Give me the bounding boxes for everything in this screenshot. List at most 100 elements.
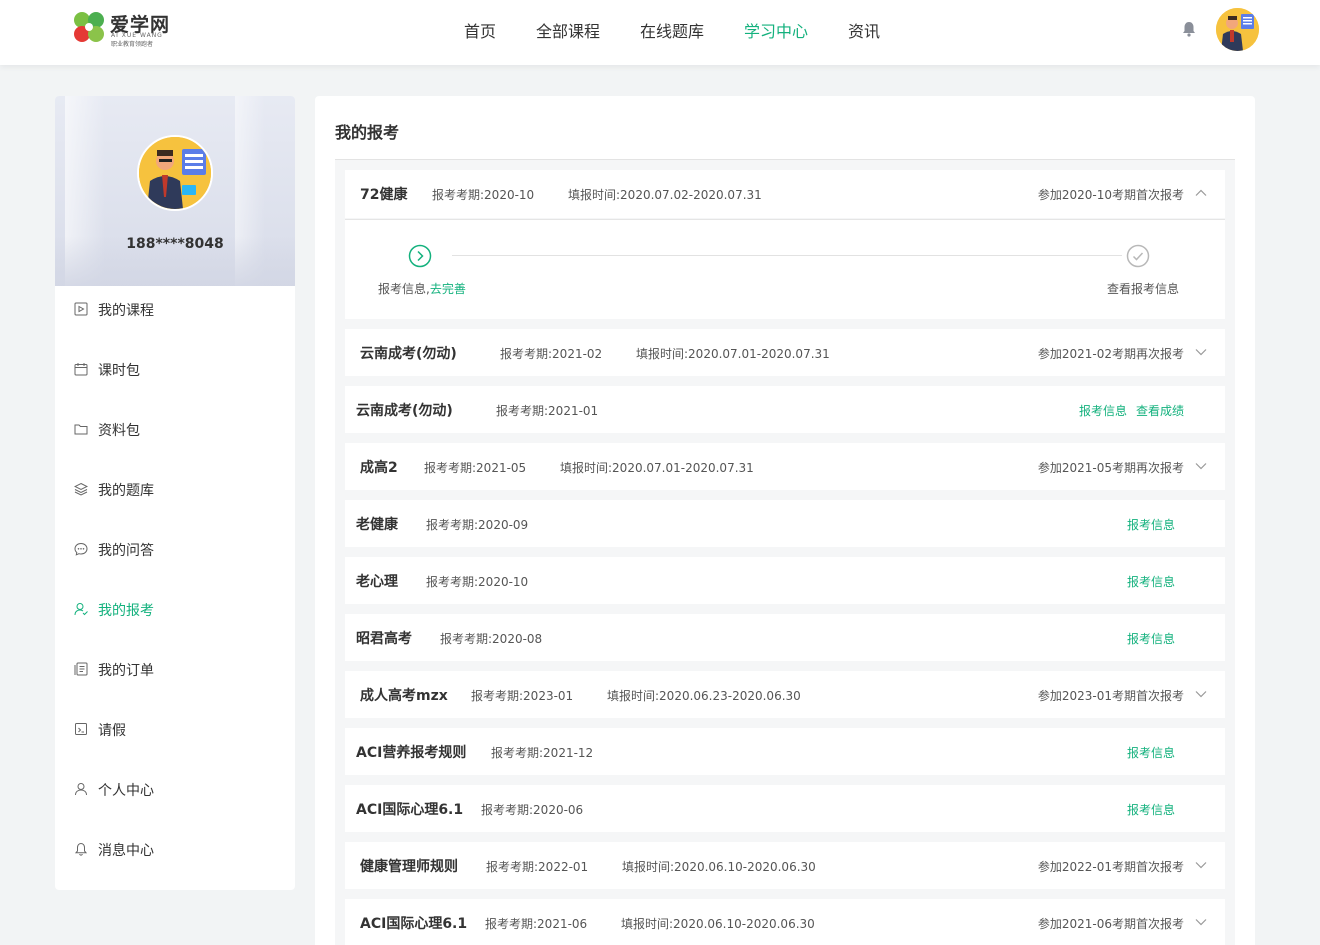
nav-all-courses[interactable]: 全部课程 [536, 18, 600, 42]
registration-steps: 报考信息,去完善 查看报考信息 [345, 219, 1225, 319]
registration-card[interactable]: 云南成考(勿动) 报考考期:2021-01 报考信息 查看成绩 [345, 386, 1225, 433]
registration-status: 参加2023-01考期首次报考 [1037, 689, 1184, 703]
sidebar-item-personal-center[interactable]: 个人中心 [55, 760, 295, 820]
fill-time: 填报时间:2020.06.10-2020.06.30 [621, 917, 815, 931]
step-check-icon [1126, 244, 1150, 268]
registration-card[interactable]: ACI国际心理6.1 报考考期:2021-06 填报时间:2020.06.10-… [345, 899, 1225, 945]
exam-period: 报考考期:2020-09 [426, 518, 529, 532]
sidebar-item-materials[interactable]: 资料包 [55, 400, 295, 460]
nav-question-bank[interactable]: 在线题库 [640, 18, 704, 42]
leave-icon [75, 723, 87, 735]
chevron-down-icon[interactable] [1195, 346, 1207, 358]
sidebar-item-messages[interactable]: 消息中心 [55, 820, 295, 880]
registration-card[interactable]: 72健康 报考考期:2020-10 填报时间:2020.07.02-2020.0… [345, 170, 1225, 218]
exam-name: 72健康 [360, 187, 408, 203]
sidebar-item-label: 课时包 [98, 363, 140, 379]
chevron-down-icon[interactable] [1195, 859, 1207, 871]
registration-status: 参加2021-06考期首次报考 [1037, 917, 1184, 931]
main-panel: 我的报考 72健康 报考考期:2020-10 填报时间:2020.07.02-2… [315, 96, 1255, 945]
registration-info-link[interactable]: 报考信息 [1127, 630, 1175, 647]
step-connector [452, 255, 1122, 256]
sidebar: 188****8048 我的课程 课时包 资料包 我的题库 我的问答 我的报考 [55, 96, 295, 890]
sidebar-item-leave[interactable]: 请假 [55, 700, 295, 760]
registration-info-link[interactable]: 报考信息 [1127, 801, 1175, 818]
exam-name: 老健康 [356, 517, 398, 533]
exam-period: 报考考期:2020-10 [426, 575, 529, 589]
chevron-down-icon[interactable] [1195, 688, 1207, 700]
exam-period: 报考考期:2023-01 [471, 689, 574, 703]
exam-period: 报考考期:2021-01 [496, 404, 599, 418]
sidebar-item-label: 我的问答 [98, 543, 154, 559]
exam-name: ACI营养报考规则 [356, 745, 467, 761]
registration-card[interactable]: ACI国际心理6.1 报考考期:2020-06 报考信息 [345, 785, 1225, 832]
step-view-info[interactable]: 查看报考信息 [1107, 280, 1179, 297]
sidebar-item-orders[interactable]: 我的订单 [55, 640, 295, 700]
exam-period: 报考考期:2021-06 [485, 917, 588, 931]
exam-name: 云南成考(勿动) [360, 346, 457, 362]
profile-avatar[interactable] [137, 135, 213, 211]
sidebar-item-qa[interactable]: 我的问答 [55, 520, 295, 580]
registration-status: 参加2020-10考期首次报考 [1037, 188, 1184, 202]
exam-name: ACI国际心理6.1 [360, 916, 468, 932]
exam-name: 成高2 [360, 460, 398, 476]
page-title: 我的报考 [335, 123, 400, 142]
nav-home[interactable]: 首页 [464, 18, 496, 42]
nav-news[interactable]: 资讯 [848, 18, 880, 42]
main-nav: 首页 全部课程 在线题库 学习中心 资讯 [0, 18, 1320, 42]
sidebar-item-my-courses[interactable]: 我的课程 [55, 280, 295, 340]
exam-name: 健康管理师规则 [360, 859, 458, 875]
top-header: 爱学网 AI XUE WANG 职业教育领跑者 首页 全部课程 在线题库 学习中… [0, 0, 1320, 65]
exam-period: 报考考期:2020-08 [440, 632, 543, 646]
calendar-icon [74, 363, 88, 376]
registration-info-link[interactable]: 报考信息 [1079, 402, 1127, 419]
registration-status: 参加2021-05考期再次报考 [1037, 461, 1184, 475]
registration-card[interactable]: 成人高考mzx 报考考期:2023-01 填报时间:2020.06.23-202… [345, 671, 1225, 718]
registration-info-link[interactable]: 报考信息 [1127, 573, 1175, 590]
sidebar-item-label: 请假 [98, 723, 126, 739]
registration-card[interactable]: 老心理 报考考期:2020-10 报考信息 [345, 557, 1225, 604]
fill-time: 填报时间:2020.06.10-2020.06.30 [622, 860, 816, 874]
registration-info-link[interactable]: 报考信息 [1127, 516, 1175, 533]
nav-learning-center[interactable]: 学习中心 [744, 18, 808, 42]
exam-period: 报考考期:2020-06 [481, 803, 584, 817]
registration-status: 参加2021-02考期再次报考 [1037, 347, 1184, 361]
step-arrow-icon [408, 244, 432, 268]
exam-period: 报考考期:2021-05 [424, 461, 527, 475]
registration-card[interactable]: 老健康 报考考期:2020-09 报考信息 [345, 500, 1225, 547]
chevron-down-icon[interactable] [1195, 916, 1207, 928]
chevron-down-icon[interactable] [1195, 460, 1207, 472]
registration-info-link[interactable]: 报考信息 [1127, 744, 1175, 761]
sidebar-item-label: 我的订单 [98, 663, 154, 679]
registration-card[interactable]: 云南成考(勿动) 报考考期:2021-02 填报时间:2020.07.01-20… [345, 329, 1225, 376]
registration-card[interactable]: 健康管理师规则 报考考期:2022-01 填报时间:2020.06.10-202… [345, 842, 1225, 889]
fill-time: 填报时间:2020.07.01-2020.07.31 [560, 461, 754, 475]
chat-icon [74, 542, 88, 556]
sidebar-item-my-registration[interactable]: 我的报考 [55, 580, 295, 640]
exam-name: 昭君高考 [356, 631, 412, 647]
sidebar-item-question-bank[interactable]: 我的题库 [55, 460, 295, 520]
registration-card[interactable]: 成高2 报考考期:2021-05 填报时间:2020.07.01-2020.07… [345, 443, 1225, 490]
exam-name: ACI国际心理6.1 [356, 802, 464, 818]
user-avatar[interactable] [1216, 8, 1259, 51]
sidebar-item-class-package[interactable]: 课时包 [55, 340, 295, 400]
registration-card[interactable]: ACI营养报考规则 报考考期:2021-12 报考信息 [345, 728, 1225, 775]
step-fill-info: 报考信息,去完善 [378, 280, 466, 297]
chevron-up-icon[interactable] [1195, 187, 1207, 199]
bell-icon[interactable] [1180, 20, 1198, 38]
sidebar-item-label: 我的报考 [98, 603, 154, 619]
fill-time: 填报时间:2020.07.01-2020.07.31 [636, 347, 830, 361]
sidebar-item-label: 资料包 [98, 423, 140, 439]
fill-time: 填报时间:2020.07.02-2020.07.31 [568, 188, 762, 202]
exam-name: 老心理 [356, 574, 398, 590]
user-phone: 188****8048 [126, 236, 224, 252]
video-icon [74, 302, 88, 316]
exam-period: 报考考期:2022-01 [486, 860, 589, 874]
view-score-link[interactable]: 查看成绩 [1136, 402, 1184, 419]
fill-time: 填报时间:2020.06.23-2020.06.30 [607, 689, 801, 703]
step-label: 报考信息, [378, 282, 430, 296]
folder-icon [74, 424, 88, 435]
profile-card: 188****8048 [55, 96, 295, 286]
registration-card[interactable]: 昭君高考 报考考期:2020-08 报考信息 [345, 614, 1225, 661]
layers-icon [74, 482, 88, 496]
complete-info-link[interactable]: 去完善 [430, 282, 466, 296]
